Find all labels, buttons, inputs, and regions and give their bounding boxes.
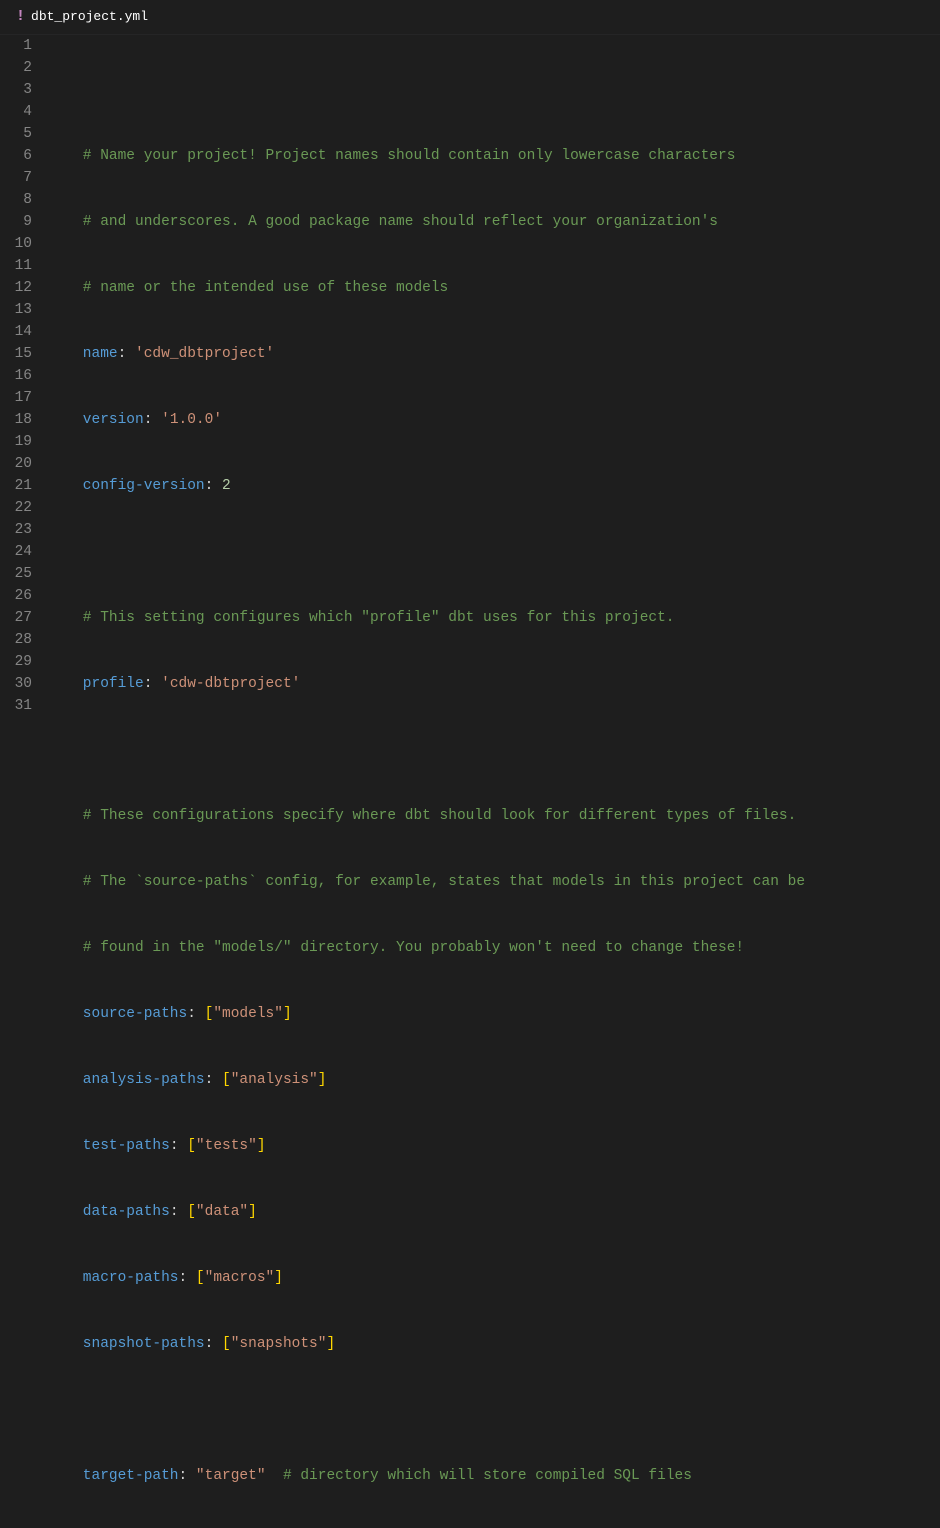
code-line: [48, 541, 940, 563]
line-number: 21: [0, 475, 32, 497]
tab-bar: ! dbt_project.yml: [0, 0, 940, 35]
line-number: 5: [0, 123, 32, 145]
line-number: 30: [0, 673, 32, 695]
line-number: 6: [0, 145, 32, 167]
code-line: analysis-paths: ["analysis"]: [48, 1069, 940, 1091]
line-number: 4: [0, 101, 32, 123]
tab-dbt-project[interactable]: ! dbt_project.yml: [0, 0, 164, 34]
line-number-gutter: 1 2 3 4 5 6 7 8 9 10 11 12 13 14 15 16 1…: [0, 35, 48, 1528]
code-line: [48, 79, 940, 101]
line-number: 9: [0, 211, 32, 233]
line-number: 13: [0, 299, 32, 321]
line-number: 14: [0, 321, 32, 343]
code-line: # The `source-paths` config, for example…: [48, 871, 940, 893]
line-number: 12: [0, 277, 32, 299]
line-number: 11: [0, 255, 32, 277]
line-number: 22: [0, 497, 32, 519]
code-line: # and underscores. A good package name s…: [48, 211, 940, 233]
code-line: version: '1.0.0': [48, 409, 940, 431]
code-area[interactable]: # Name your project! Project names shoul…: [48, 35, 940, 1528]
line-number: 18: [0, 409, 32, 431]
code-line: data-paths: ["data"]: [48, 1201, 940, 1223]
code-line: # name or the intended use of these mode…: [48, 277, 940, 299]
code-line: config-version: 2: [48, 475, 940, 497]
line-number: 2: [0, 57, 32, 79]
line-number: 16: [0, 365, 32, 387]
line-number: 15: [0, 343, 32, 365]
line-number: 19: [0, 431, 32, 453]
line-number: 10: [0, 233, 32, 255]
code-line: [48, 739, 940, 761]
code-line: name: 'cdw_dbtproject': [48, 343, 940, 365]
code-line: # Name your project! Project names shoul…: [48, 145, 940, 167]
line-number: 29: [0, 651, 32, 673]
editor[interactable]: 1 2 3 4 5 6 7 8 9 10 11 12 13 14 15 16 1…: [0, 35, 940, 1528]
line-number: 8: [0, 189, 32, 211]
line-number: 24: [0, 541, 32, 563]
code-line: source-paths: ["models"]: [48, 1003, 940, 1025]
code-line: # This setting configures which "profile…: [48, 607, 940, 629]
line-number: 3: [0, 79, 32, 101]
line-number: 1: [0, 35, 32, 57]
code-line: test-paths: ["tests"]: [48, 1135, 940, 1157]
line-number: 27: [0, 607, 32, 629]
line-number: 20: [0, 453, 32, 475]
code-line: snapshot-paths: ["snapshots"]: [48, 1333, 940, 1355]
line-number: 31: [0, 695, 32, 717]
code-line: macro-paths: ["macros"]: [48, 1267, 940, 1289]
code-line: # These configurations specify where dbt…: [48, 805, 940, 827]
code-line: [48, 1399, 940, 1421]
line-number: 25: [0, 563, 32, 585]
code-line: # found in the "models/" directory. You …: [48, 937, 940, 959]
tab-filename: dbt_project.yml: [31, 6, 148, 28]
yaml-icon: !: [16, 6, 25, 28]
line-number: 7: [0, 167, 32, 189]
line-number: 17: [0, 387, 32, 409]
line-number: 26: [0, 585, 32, 607]
code-line: target-path: "target" # directory which …: [48, 1465, 940, 1487]
code-line: profile: 'cdw-dbtproject': [48, 673, 940, 695]
line-number: 28: [0, 629, 32, 651]
line-number: 23: [0, 519, 32, 541]
